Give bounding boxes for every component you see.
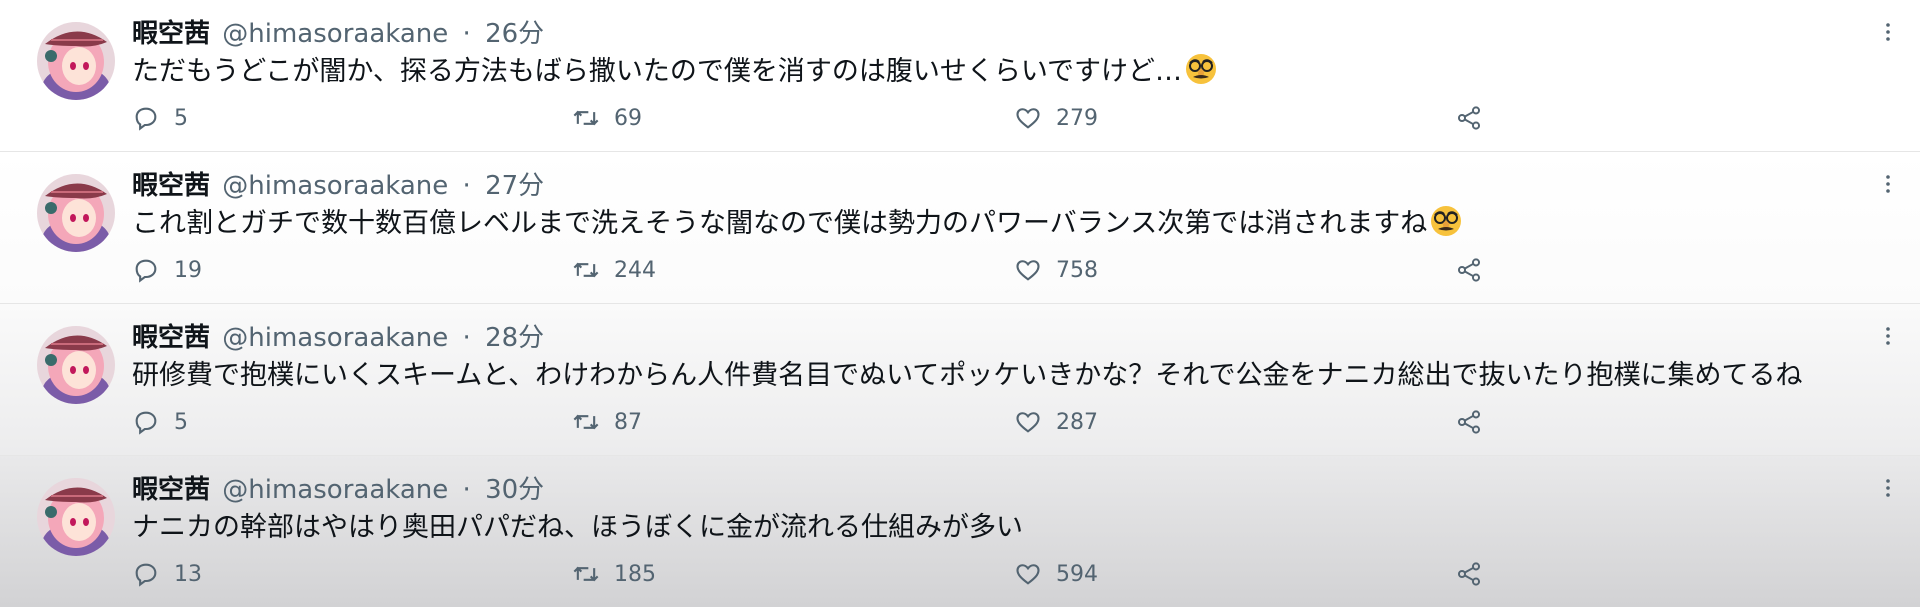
tweet-text-content: これ割とガチで数十数百億レベルまで洗えそうな闇なので僕は勢力のパワーバランス次第… (132, 208, 1428, 239)
reply-icon (135, 107, 157, 131)
share-icon (1457, 106, 1481, 130)
retweet-icon (573, 566, 599, 582)
retweet-icon (573, 110, 599, 126)
share-icon (1457, 562, 1481, 586)
disguised-face-emoji (1184, 52, 1218, 86)
share-icon (1457, 258, 1481, 282)
share-button[interactable] (1455, 406, 1483, 438)
user-handle[interactable]: @himasoraakane (222, 19, 448, 49)
reply-button[interactable]: 5 (132, 406, 188, 438)
reply-button[interactable]: 5 (132, 102, 188, 134)
tweet-text-content: ナニカの幹部はやはり奥田パパだね、ほうぼくに金が流れる仕組みが多い (132, 512, 1023, 543)
reply-count: 5 (174, 105, 188, 131)
share-button[interactable] (1455, 558, 1483, 590)
display-name[interactable]: 暇空茜 (132, 475, 210, 505)
display-name[interactable]: 暇空茜 (132, 323, 210, 353)
retweet-count: 185 (614, 561, 656, 587)
reply-count: 5 (174, 409, 188, 435)
more-icon[interactable] (1876, 476, 1900, 500)
tweet[interactable]: 暇空茜 @himasoraakane · 26分 ただもうどこが闇か、探る方法も… (0, 0, 1920, 152)
tweet-text: ただもうどこが闇か、探る方法もばら撒いたので僕を消すのは腹いせくらいですけど… (132, 52, 1892, 92)
reply-icon (135, 563, 157, 587)
action-bar: 5 69 279 (132, 102, 1532, 134)
more-icon[interactable] (1876, 324, 1900, 348)
tweet-header: 暇空茜 @himasoraakane · 26分 (132, 14, 544, 54)
tweet-header: 暇空茜 @himasoraakane · 27分 (132, 166, 544, 206)
user-handle[interactable]: @himasoraakane (222, 475, 448, 505)
share-icon (1457, 410, 1481, 434)
like-icon (1016, 564, 1040, 585)
separator: · (462, 171, 471, 201)
tweet[interactable]: 暇空茜 @himasoraakane · 28分 研修費で抱樸にいくスキームと、… (0, 304, 1920, 456)
avatar-image (37, 174, 115, 252)
like-count: 279 (1056, 105, 1098, 131)
reply-button[interactable]: 13 (132, 558, 202, 590)
action-bar: 5 87 287 (132, 406, 1532, 438)
avatar[interactable] (37, 22, 115, 100)
retweet-icon (573, 262, 599, 278)
tweet[interactable]: 暇空茜 @himasoraakane · 27分 これ割とガチで数十数百億レベル… (0, 152, 1920, 304)
like-icon (1016, 260, 1040, 281)
more-icon[interactable] (1876, 172, 1900, 196)
like-count: 594 (1056, 561, 1098, 587)
reply-icon (135, 411, 157, 435)
tweet-feed: 暇空茜 @himasoraakane · 26分 ただもうどこが闇か、探る方法も… (0, 0, 1920, 607)
tweet-text: これ割とガチで数十数百億レベルまで洗えそうな闇なので僕は勢力のパワーバランス次第… (132, 204, 1892, 244)
timestamp[interactable]: 30分 (485, 475, 544, 505)
avatar[interactable] (37, 174, 115, 252)
display-name[interactable]: 暇空茜 (132, 171, 210, 201)
tweet-text-content: 研修費で抱樸にいくスキームと、わけわからん人件費名目でぬいてポッケいきかな？それ… (132, 360, 1803, 391)
retweet-button[interactable]: 244 (572, 254, 656, 286)
action-bar: 13 185 594 (132, 558, 1532, 590)
retweet-button[interactable]: 185 (572, 558, 656, 590)
retweet-count: 69 (614, 105, 642, 131)
tweet-text-content: ただもうどこが闇か、探る方法もばら撒いたので僕を消すのは腹いせくらいですけど… (132, 56, 1183, 87)
user-handle[interactable]: @himasoraakane (222, 171, 448, 201)
like-button[interactable]: 758 (1014, 254, 1098, 286)
user-handle[interactable]: @himasoraakane (222, 323, 448, 353)
separator: · (462, 19, 471, 49)
like-button[interactable]: 279 (1014, 102, 1098, 134)
retweet-button[interactable]: 69 (572, 102, 642, 134)
tweet-text: 研修費で抱樸にいくスキームと、わけわからん人件費名目でぬいてポッケいきかな？それ… (132, 356, 1892, 396)
tweet-text: ナニカの幹部はやはり奥田パパだね、ほうぼくに金が流れる仕組みが多い (132, 508, 1892, 548)
retweet-icon (573, 414, 599, 430)
reply-count: 13 (174, 561, 202, 587)
tweet[interactable]: 暇空茜 @himasoraakane · 30分 ナニカの幹部はやはり奥田パパだ… (0, 456, 1920, 607)
timestamp[interactable]: 27分 (485, 171, 544, 201)
like-icon (1016, 108, 1040, 129)
avatar-image (37, 22, 115, 100)
timestamp[interactable]: 26分 (485, 19, 544, 49)
separator: · (462, 475, 471, 505)
timestamp[interactable]: 28分 (485, 323, 544, 353)
avatar-image (37, 326, 115, 404)
reply-button[interactable]: 19 (132, 254, 202, 286)
reply-icon (135, 259, 157, 283)
avatar-image (37, 478, 115, 556)
like-count: 287 (1056, 409, 1098, 435)
more-icon[interactable] (1876, 20, 1900, 44)
separator: · (462, 323, 471, 353)
like-count: 758 (1056, 257, 1098, 283)
share-button[interactable] (1455, 254, 1483, 286)
reply-count: 19 (174, 257, 202, 283)
action-bar: 19 244 758 (132, 254, 1532, 286)
like-button[interactable]: 287 (1014, 406, 1098, 438)
avatar[interactable] (37, 478, 115, 556)
like-button[interactable]: 594 (1014, 558, 1098, 590)
display-name[interactable]: 暇空茜 (132, 19, 210, 49)
disguised-face-emoji (1429, 204, 1463, 238)
tweet-header: 暇空茜 @himasoraakane · 30分 (132, 470, 544, 510)
avatar[interactable] (37, 326, 115, 404)
retweet-button[interactable]: 87 (572, 406, 642, 438)
like-icon (1016, 412, 1040, 433)
retweet-count: 244 (614, 257, 656, 283)
share-button[interactable] (1455, 102, 1483, 134)
tweet-header: 暇空茜 @himasoraakane · 28分 (132, 318, 544, 358)
retweet-count: 87 (614, 409, 642, 435)
